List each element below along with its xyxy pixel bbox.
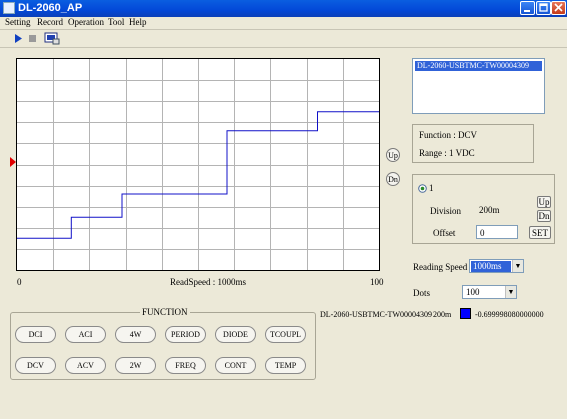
division-up-button[interactable]: Up <box>537 196 551 208</box>
division-label: Division <box>430 206 462 216</box>
menu-bar: Setting Record Operation Tool Help <box>0 17 567 29</box>
window-title: DL-2060_AP <box>18 2 83 14</box>
stop-icon[interactable] <box>26 32 40 45</box>
graph-plot <box>16 58 380 271</box>
device-list-item[interactable]: DL-2060-USBTMC-TW00004309 <box>415 61 542 71</box>
func-temp-button[interactable]: TEMP <box>265 357 306 374</box>
graph-up-button[interactable]: Up <box>386 148 400 162</box>
offset-label: Offset <box>433 228 456 238</box>
toolbar <box>0 29 567 48</box>
status-device-name: DL-2060-USBTMC-TW00004309 <box>320 310 432 319</box>
status-division: 200m <box>433 310 452 319</box>
func-tcoupl-button[interactable]: TCOUPL <box>265 326 306 343</box>
reading-speed-value: 1000ms <box>471 261 511 272</box>
offset-input[interactable]: 0 <box>476 225 518 239</box>
func-cont-button[interactable]: CONT <box>215 357 256 374</box>
x-axis-min-label: 0 <box>17 277 22 287</box>
channel-panel: 1 Division 200m Offset 0 Up Dn SET <box>412 174 555 244</box>
function-group-title: FUNCTION <box>140 307 190 317</box>
func-dci-button[interactable]: DCI <box>15 326 56 343</box>
app-icon <box>3 2 15 14</box>
division-dn-button[interactable]: Dn <box>537 210 551 222</box>
graph-canvas <box>17 59 379 270</box>
channel-color-swatch <box>460 308 471 319</box>
graph-dn-button[interactable]: Dn <box>386 172 400 186</box>
set-button[interactable]: SET <box>529 226 551 239</box>
menu-record[interactable]: Record <box>37 17 63 27</box>
menu-help[interactable]: Help <box>129 17 147 27</box>
close-button[interactable] <box>551 1 566 15</box>
reading-speed-label: Reading Speed <box>413 262 468 272</box>
dots-label: Dots <box>413 288 431 298</box>
minimize-button[interactable] <box>520 1 535 15</box>
chevron-down-icon[interactable]: ▼ <box>512 260 523 272</box>
menu-operation[interactable]: Operation <box>68 17 104 27</box>
chevron-down-icon[interactable]: ▼ <box>505 286 516 298</box>
device-list[interactable]: DL-2060-USBTMC-TW00004309 <box>412 58 545 114</box>
func-aci-button[interactable]: ACI <box>65 326 106 343</box>
menu-tool[interactable]: Tool <box>108 17 124 27</box>
read-speed-label: ReadSpeed : 1000ms <box>170 277 246 287</box>
division-value: 200m <box>476 203 524 217</box>
info-panel: Function : DCV Range : 1 VDC <box>412 124 534 163</box>
func-2w-button[interactable]: 2W <box>115 357 156 374</box>
func-dcv-button[interactable]: DCV <box>15 357 56 374</box>
func-4w-button[interactable]: 4W <box>115 326 156 343</box>
play-icon[interactable] <box>11 32 25 45</box>
maximize-button[interactable] <box>536 1 551 15</box>
func-period-button[interactable]: PERIOD <box>165 326 206 343</box>
func-freq-button[interactable]: FREQ <box>165 357 206 374</box>
cursor-marker-icon[interactable] <box>10 157 16 170</box>
title-bar: DL-2060_AP <box>0 0 567 17</box>
dots-select[interactable]: 100 ▼ <box>462 285 517 299</box>
reading-speed-select[interactable]: 1000ms ▼ <box>469 259 524 273</box>
range-readout: Range : 1 VDC <box>419 148 475 158</box>
func-acv-button[interactable]: ACV <box>65 357 106 374</box>
function-readout: Function : DCV <box>419 130 478 140</box>
device-settings-icon[interactable] <box>44 32 60 45</box>
x-axis-max-label: 100 <box>370 277 384 287</box>
channel-radio[interactable] <box>418 184 427 196</box>
status-reading: -0.699998080000000 <box>475 310 544 319</box>
channel-radio-label: 1 <box>429 183 434 193</box>
menu-setting[interactable]: Setting <box>5 17 31 27</box>
func-diode-button[interactable]: DIODE <box>215 326 256 343</box>
